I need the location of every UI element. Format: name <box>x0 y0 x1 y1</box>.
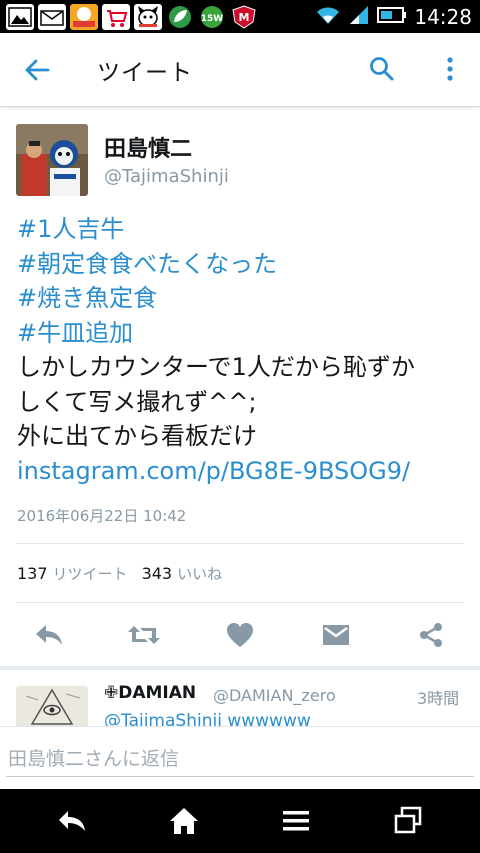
section-separator <box>0 666 480 670</box>
divider <box>16 602 464 603</box>
tweet-text-line: 外に出てから看板だけ <box>17 422 257 450</box>
tweet-actions <box>0 615 480 655</box>
reply-button[interactable] <box>31 619 67 651</box>
battery-icon <box>377 6 407 28</box>
svg-text:M: M <box>239 11 250 24</box>
page-title: ツイート <box>97 60 193 86</box>
search-icon <box>370 57 394 81</box>
tweet-body: #1人吉牛 #朝定食食べたくなった #焼き魚定食 #牛皿追加 しかしカウンターで… <box>17 212 472 488</box>
yahoo-shopping-icon <box>102 3 130 30</box>
image-icon <box>6 3 34 30</box>
nav-menu-button[interactable] <box>278 803 314 839</box>
nav-back-button[interactable] <box>54 803 90 839</box>
reply-author-name[interactable]: ✙DAMIAN <box>104 683 196 703</box>
hashtag-link[interactable]: #牛皿追加 <box>17 316 472 351</box>
share-button[interactable] <box>413 619 449 651</box>
hashtag-link[interactable]: #焼き魚定食 <box>17 281 472 316</box>
like-label[interactable]: いいね <box>177 563 222 584</box>
leaf-icon <box>166 3 194 30</box>
more-vertical-icon <box>447 57 453 81</box>
author-avatar[interactable] <box>16 124 88 196</box>
mcafee-icon: M <box>230 3 258 30</box>
retweet-icon <box>128 626 160 644</box>
app-bar: ツイート <box>0 33 480 107</box>
status-bar: 15W M 14:28 <box>0 0 480 33</box>
recent-apps-icon <box>394 806 422 834</box>
wifi-icon <box>315 4 341 30</box>
mail-icon <box>38 3 66 30</box>
instagram-link[interactable]: instagram.com/p/BG8E-9BSOG9/ <box>17 454 472 489</box>
like-button[interactable] <box>222 619 258 651</box>
back-button[interactable] <box>22 55 52 85</box>
tweet-stats: 137 リツイート 343 いいね <box>17 563 236 584</box>
15w-icon: 15W <box>198 3 226 30</box>
retweet-count[interactable]: 137 <box>17 564 48 583</box>
tweet-text-line: しくて写メ撮れず^^; <box>17 387 257 416</box>
search-button[interactable] <box>368 55 398 85</box>
reply-icon <box>36 625 62 645</box>
home-icon <box>170 808 198 834</box>
reply-compose-bar <box>0 726 480 789</box>
heart-icon <box>227 623 253 647</box>
dog-icon <box>134 3 162 30</box>
back-arrow-icon <box>59 811 85 831</box>
arrow-left-icon <box>25 59 50 81</box>
clock: 14:28 <box>414 4 472 29</box>
more-options-button[interactable] <box>438 55 462 85</box>
divider <box>16 543 464 544</box>
envelope-icon <box>323 625 349 645</box>
like-count[interactable]: 343 <box>142 564 173 583</box>
tweet-timestamp: 2016年06月22日 10:42 <box>17 507 187 525</box>
system-nav-bar <box>0 789 480 853</box>
author-name[interactable]: 田島慎二 <box>104 131 192 163</box>
direct-message-button[interactable] <box>318 619 354 651</box>
signal-icon <box>348 4 370 30</box>
cookpad-icon <box>70 3 98 30</box>
tweet-text-line: しかしカウンターで1人だから恥ずか <box>17 353 415 381</box>
reply-author-name-text: DAMIAN <box>118 683 197 703</box>
nav-home-button[interactable] <box>166 803 202 839</box>
nav-recents-button[interactable] <box>390 803 426 839</box>
reply-input[interactable] <box>6 741 474 777</box>
author-handle[interactable]: @TajimaShinji <box>104 166 229 187</box>
retweet-label[interactable]: リツイート <box>53 563 128 584</box>
reply-author-handle[interactable]: @DAMIAN_zero <box>213 686 336 705</box>
share-icon <box>420 623 442 647</box>
svg-text:15W: 15W <box>201 14 224 24</box>
hashtag-link[interactable]: #朝定食食べたくなった <box>17 247 472 282</box>
reply-text[interactable]: @TajimaShinji wwwwww <box>104 711 354 726</box>
cross-icon: ✙ <box>104 683 119 703</box>
retweet-button[interactable] <box>126 619 162 651</box>
reply-time: 3時間 <box>417 689 460 708</box>
hashtag-link[interactable]: #1人吉牛 <box>17 212 472 247</box>
menu-icon <box>283 811 309 831</box>
reply-avatar[interactable] <box>16 686 88 726</box>
